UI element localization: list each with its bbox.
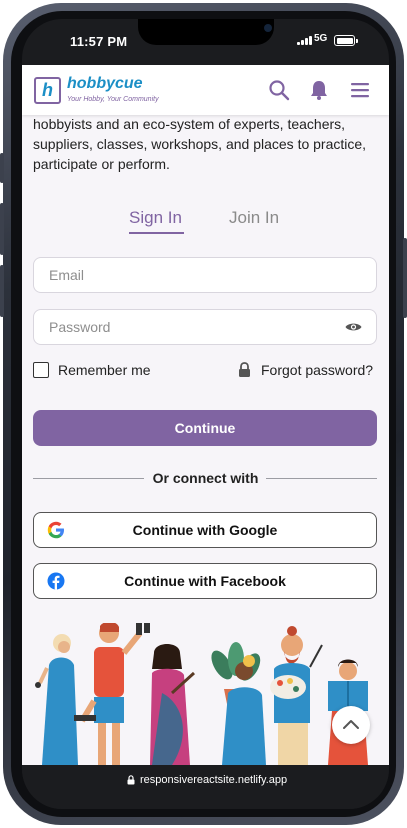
google-icon [47,521,64,539]
guitarist-figure [150,644,196,765]
tab-join-in[interactable]: Join In [229,208,279,228]
divider-label: Or connect with [152,470,259,486]
facebook-button[interactable]: Continue with Facebook [33,563,377,599]
lock-icon [127,775,135,785]
eye-icon[interactable] [345,321,362,333]
logo-tagline: Your Hobby, Your Community [67,96,159,103]
status-bar: 11:57 PM 5G [22,19,389,65]
menu-icon[interactable] [349,79,371,101]
google-button[interactable]: Continue with Google [33,512,377,548]
bell-icon[interactable] [308,79,330,101]
logo-name[interactable]: hobbycue [67,75,143,93]
phone-volume-up-button [0,203,4,255]
remember-label[interactable]: Remember me [58,362,151,378]
app-header: h hobbycue Your Hobby, Your Community [22,65,389,115]
dynamic-island [138,19,274,45]
signal-icon [297,36,313,45]
camera-icon [264,24,272,32]
forgot-password-link[interactable]: Forgot password? [261,362,373,378]
status-time: 11:57 PM [70,34,128,49]
remember-checkbox[interactable] [33,362,49,378]
facebook-icon [47,572,65,590]
email-field[interactable]: Email [33,257,377,293]
phone-side-button [0,153,4,183]
email-placeholder: Email [49,267,85,283]
password-field[interactable]: Password [33,309,377,345]
singer-figure [35,634,78,765]
battery-icon [334,35,358,46]
active-tab-underline [129,232,184,234]
intro-text: hobbyists and an eco-system of experts, … [33,116,367,172]
browser-url-bar[interactable]: responsivereactsite.netlify.app [22,765,389,809]
painter-figure [270,626,323,765]
phone-screen: 11:57 PM 5G h hobbycue Your Hobby, Your … [22,19,389,809]
logo-icon[interactable]: h [34,77,61,104]
google-button-label: Continue with Google [132,522,278,538]
hobbyists-illustration [35,623,368,765]
lock-icon [239,362,250,377]
password-placeholder: Password [49,319,111,335]
phone-power-button [403,238,407,318]
url-text[interactable]: responsivereactsite.netlify.app [140,774,287,786]
phone-volume-down-button [0,265,4,317]
facebook-button-label: Continue with Facebook [124,573,286,589]
search-icon[interactable] [268,79,290,101]
app-viewport: h hobbycue Your Hobby, Your Community ho… [22,65,389,765]
continue-button[interactable]: Continue [33,410,377,446]
fitness-figure [74,623,150,765]
plant-figure [211,642,266,765]
network-label: 5G [314,33,328,44]
tab-sign-in[interactable]: Sign In [129,208,182,228]
scroll-to-top-button[interactable] [332,706,370,744]
